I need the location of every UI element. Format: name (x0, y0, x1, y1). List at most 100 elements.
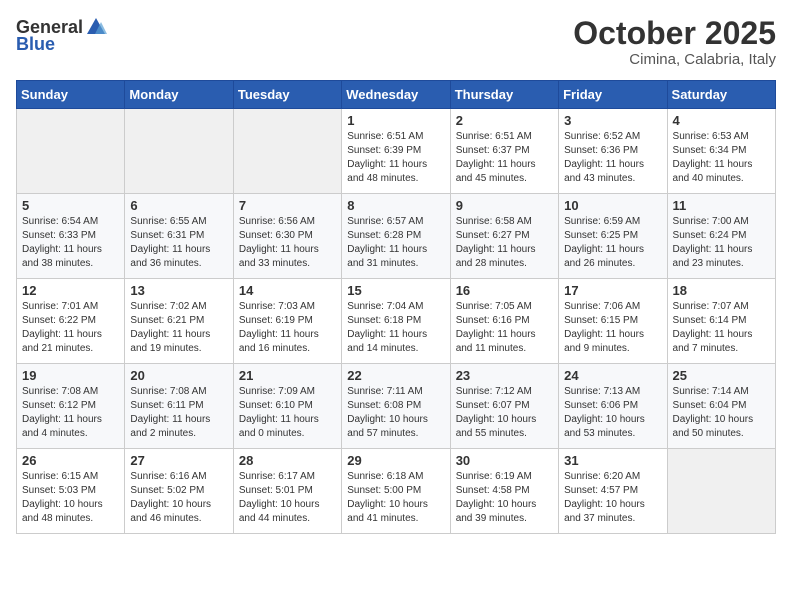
header-sunday: Sunday (17, 81, 125, 109)
day-number: 21 (239, 368, 336, 383)
day-cell: 16 Sunrise: 7:05 AMSunset: 6:16 PMDayligh… (450, 279, 558, 364)
day-number: 31 (564, 453, 661, 468)
day-cell: 4 Sunrise: 6:53 AMSunset: 6:34 PMDaylight… (667, 109, 775, 194)
day-cell (233, 109, 341, 194)
day-info: Sunrise: 7:00 AMSunset: 6:24 PMDaylight:… (673, 215, 770, 271)
day-info: Sunrise: 7:08 AMSunset: 6:11 PMDaylight:… (130, 385, 227, 441)
day-cell: 15 Sunrise: 7:04 AMSunset: 6:18 PMDayligh… (342, 279, 450, 364)
day-cell: 9 Sunrise: 6:58 AMSunset: 6:27 PMDaylight… (450, 194, 558, 279)
day-cell: 11Sunrise: 7:00 AMSunset: 6:24 PMDayligh… (667, 194, 775, 279)
day-number: 23 (456, 368, 553, 383)
day-cell: 14 Sunrise: 7:03 AMSunset: 6:19 PMDayligh… (233, 279, 341, 364)
day-number: 30 (456, 453, 553, 468)
header-saturday: Saturday (667, 81, 775, 109)
weekday-header-row: Sunday Monday Tuesday Wednesday Thursday… (17, 81, 776, 109)
day-number: 22 (347, 368, 444, 383)
day-info: Sunrise: 7:05 AMSunset: 6:16 PMDaylight:… (456, 300, 553, 356)
header-wednesday: Wednesday (342, 81, 450, 109)
day-cell: 8 Sunrise: 6:57 AMSunset: 6:28 PMDaylight… (342, 194, 450, 279)
day-cell: 12 Sunrise: 7:01 AMSunset: 6:22 PMDayligh… (17, 279, 125, 364)
day-info: Sunrise: 6:52 AMSunset: 6:36 PMDaylight:… (564, 130, 661, 186)
logo-icon (85, 16, 107, 38)
day-info: Sunrise: 6:57 AMSunset: 6:28 PMDaylight:… (347, 215, 444, 271)
day-info: Sunrise: 6:19 AMSunset: 4:58 PMDaylight:… (456, 470, 553, 526)
day-cell (17, 109, 125, 194)
month-title: October 2025 (573, 16, 776, 51)
day-cell: 22 Sunrise: 7:11 AMSunset: 6:08 PMDayligh… (342, 364, 450, 449)
day-cell: 18 Sunrise: 7:07 AMSunset: 6:14 PMDayligh… (667, 279, 775, 364)
day-number: 6 (130, 198, 227, 213)
day-info: Sunrise: 7:09 AMSunset: 6:10 PMDaylight:… (239, 385, 336, 441)
day-cell: 17Sunrise: 7:06 AMSunset: 6:15 PMDayligh… (559, 279, 667, 364)
day-info: Sunrise: 6:51 AMSunset: 6:37 PMDaylight:… (456, 130, 553, 186)
header-friday: Friday (559, 81, 667, 109)
calendar-table: Sunday Monday Tuesday Wednesday Thursday… (16, 80, 776, 534)
location-title: Cimina, Calabria, Italy (573, 51, 776, 68)
day-info: Sunrise: 7:12 AMSunset: 6:07 PMDaylight:… (456, 385, 553, 441)
day-number: 14 (239, 283, 336, 298)
day-number: 16 (456, 283, 553, 298)
day-info: Sunrise: 7:04 AMSunset: 6:18 PMDaylight:… (347, 300, 444, 356)
day-info: Sunrise: 7:02 AMSunset: 6:21 PMDaylight:… (130, 300, 227, 356)
day-cell: 28 Sunrise: 6:17 AMSunset: 5:01 PMDayligh… (233, 449, 341, 534)
day-info: Sunrise: 7:13 AMSunset: 6:06 PMDaylight:… (564, 385, 661, 441)
day-number: 2 (456, 113, 553, 128)
day-info: Sunrise: 6:15 AMSunset: 5:03 PMDaylight:… (22, 470, 119, 526)
day-number: 18 (673, 283, 770, 298)
day-cell: 10 Sunrise: 6:59 AMSunset: 6:25 PMDayligh… (559, 194, 667, 279)
day-info: Sunrise: 6:17 AMSunset: 5:01 PMDaylight:… (239, 470, 336, 526)
day-info: Sunrise: 6:51 AMSunset: 6:39 PMDaylight:… (347, 130, 444, 186)
day-cell: 7Sunrise: 6:56 AMSunset: 6:30 PMDaylight… (233, 194, 341, 279)
logo: General Blue (16, 16, 107, 55)
day-number: 8 (347, 198, 444, 213)
day-number: 25 (673, 368, 770, 383)
day-cell: 13 Sunrise: 7:02 AMSunset: 6:21 PMDayligh… (125, 279, 233, 364)
day-cell: 1 Sunrise: 6:51 AMSunset: 6:39 PMDaylight… (342, 109, 450, 194)
day-info: Sunrise: 6:20 AMSunset: 4:57 PMDaylight:… (564, 470, 661, 526)
day-cell: 5 Sunrise: 6:54 AMSunset: 6:33 PMDaylight… (17, 194, 125, 279)
week-row-1: 1 Sunrise: 6:51 AMSunset: 6:39 PMDaylight… (17, 109, 776, 194)
day-info: Sunrise: 6:16 AMSunset: 5:02 PMDaylight:… (130, 470, 227, 526)
day-number: 3 (564, 113, 661, 128)
day-cell: 3 Sunrise: 6:52 AMSunset: 6:36 PMDaylight… (559, 109, 667, 194)
week-row-4: 19Sunrise: 7:08 AMSunset: 6:12 PMDayligh… (17, 364, 776, 449)
day-cell: 31 Sunrise: 6:20 AMSunset: 4:57 PMDayligh… (559, 449, 667, 534)
header-thursday: Thursday (450, 81, 558, 109)
day-number: 26 (22, 453, 119, 468)
day-cell: 19Sunrise: 7:08 AMSunset: 6:12 PMDayligh… (17, 364, 125, 449)
week-row-5: 26 Sunrise: 6:15 AMSunset: 5:03 PMDayligh… (17, 449, 776, 534)
day-cell (667, 449, 775, 534)
day-info: Sunrise: 6:18 AMSunset: 5:00 PMDaylight:… (347, 470, 444, 526)
day-info: Sunrise: 7:11 AMSunset: 6:08 PMDaylight:… (347, 385, 444, 441)
day-number: 4 (673, 113, 770, 128)
day-number: 24 (564, 368, 661, 383)
day-info: Sunrise: 6:59 AMSunset: 6:25 PMDaylight:… (564, 215, 661, 271)
day-number: 17 (564, 283, 661, 298)
day-cell: 29Sunrise: 6:18 AMSunset: 5:00 PMDayligh… (342, 449, 450, 534)
title-section: October 2025 Cimina, Calabria, Italy (573, 16, 776, 68)
day-info: Sunrise: 7:01 AMSunset: 6:22 PMDaylight:… (22, 300, 119, 356)
day-cell: 23 Sunrise: 7:12 AMSunset: 6:07 PMDayligh… (450, 364, 558, 449)
day-number: 9 (456, 198, 553, 213)
day-info: Sunrise: 6:58 AMSunset: 6:27 PMDaylight:… (456, 215, 553, 271)
day-number: 10 (564, 198, 661, 213)
week-row-2: 5 Sunrise: 6:54 AMSunset: 6:33 PMDaylight… (17, 194, 776, 279)
day-cell: 27Sunrise: 6:16 AMSunset: 5:02 PMDayligh… (125, 449, 233, 534)
day-info: Sunrise: 7:03 AMSunset: 6:19 PMDaylight:… (239, 300, 336, 356)
day-cell: 24 Sunrise: 7:13 AMSunset: 6:06 PMDayligh… (559, 364, 667, 449)
day-cell: 25Sunrise: 7:14 AMSunset: 6:04 PMDayligh… (667, 364, 775, 449)
day-info: Sunrise: 7:08 AMSunset: 6:12 PMDaylight:… (22, 385, 119, 441)
day-info: Sunrise: 6:54 AMSunset: 6:33 PMDaylight:… (22, 215, 119, 271)
day-number: 15 (347, 283, 444, 298)
day-number: 28 (239, 453, 336, 468)
logo-text: General Blue (16, 16, 107, 55)
day-number: 20 (130, 368, 227, 383)
day-number: 1 (347, 113, 444, 128)
day-info: Sunrise: 7:07 AMSunset: 6:14 PMDaylight:… (673, 300, 770, 356)
day-info: Sunrise: 6:53 AMSunset: 6:34 PMDaylight:… (673, 130, 770, 186)
day-number: 13 (130, 283, 227, 298)
day-cell: 21 Sunrise: 7:09 AMSunset: 6:10 PMDayligh… (233, 364, 341, 449)
day-number: 5 (22, 198, 119, 213)
day-cell: 20 Sunrise: 7:08 AMSunset: 6:11 PMDayligh… (125, 364, 233, 449)
day-number: 12 (22, 283, 119, 298)
